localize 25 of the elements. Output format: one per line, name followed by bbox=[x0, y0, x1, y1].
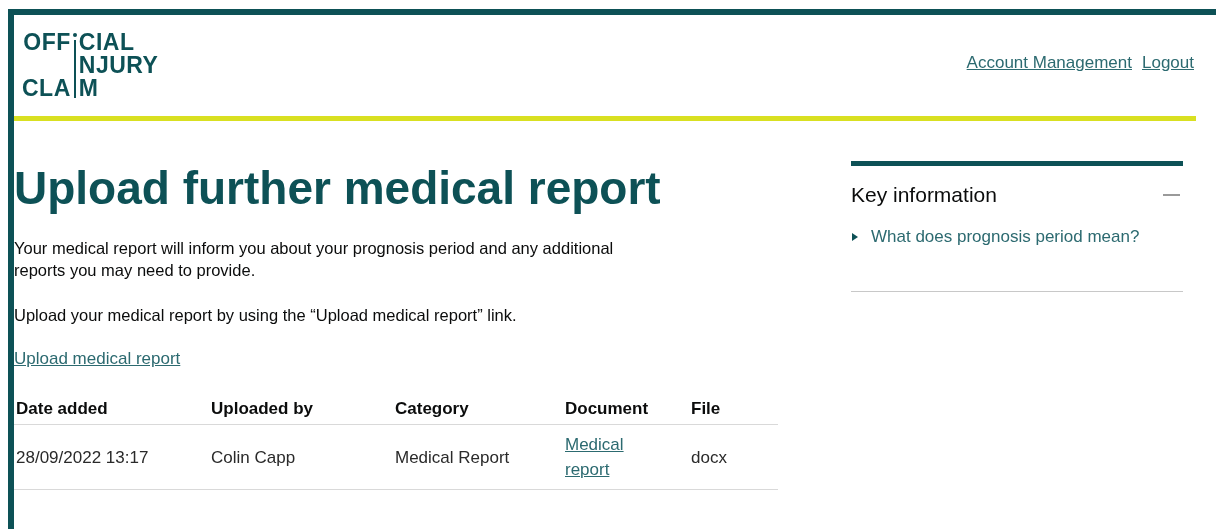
sidebar-title: Key information bbox=[851, 183, 997, 207]
details-link[interactable]: What does prognosis period mean? bbox=[871, 227, 1140, 247]
column-header: Date added bbox=[14, 391, 209, 425]
column-header: File bbox=[689, 391, 778, 425]
table-cell: Colin Capp bbox=[209, 424, 393, 490]
column-header: Document bbox=[563, 391, 689, 425]
table-cell: 28/09/2022 13:17 bbox=[14, 424, 209, 490]
minus-icon bbox=[1163, 194, 1180, 196]
document-link[interactable]: Medical report bbox=[565, 432, 635, 482]
logo-text: M bbox=[78, 77, 100, 100]
page-title: Upload further medical report bbox=[14, 161, 662, 215]
header-link[interactable]: Logout bbox=[1142, 52, 1194, 73]
header-link[interactable]: Account Management bbox=[966, 52, 1132, 73]
table-cell: Medical Report bbox=[393, 424, 563, 490]
logo-text: OFF bbox=[22, 31, 71, 54]
column-header: Uploaded by bbox=[209, 391, 393, 425]
body-text: Upload your medical report by using the “Upload medical report” link. bbox=[14, 305, 518, 326]
logo-bar-icon bbox=[72, 31, 77, 100]
body-text: Your medical report will inform you about your prognosis period and any additional reports you may need to provide. bbox=[14, 238, 615, 281]
logo-text: CIAL bbox=[78, 31, 136, 54]
logo-text: CLA bbox=[22, 77, 71, 100]
logo-text: NJURY bbox=[78, 54, 159, 77]
table-cell: docx bbox=[689, 424, 778, 490]
column-header: Category bbox=[393, 391, 563, 425]
upload-link[interactable]: Upload medical report bbox=[14, 349, 181, 368]
